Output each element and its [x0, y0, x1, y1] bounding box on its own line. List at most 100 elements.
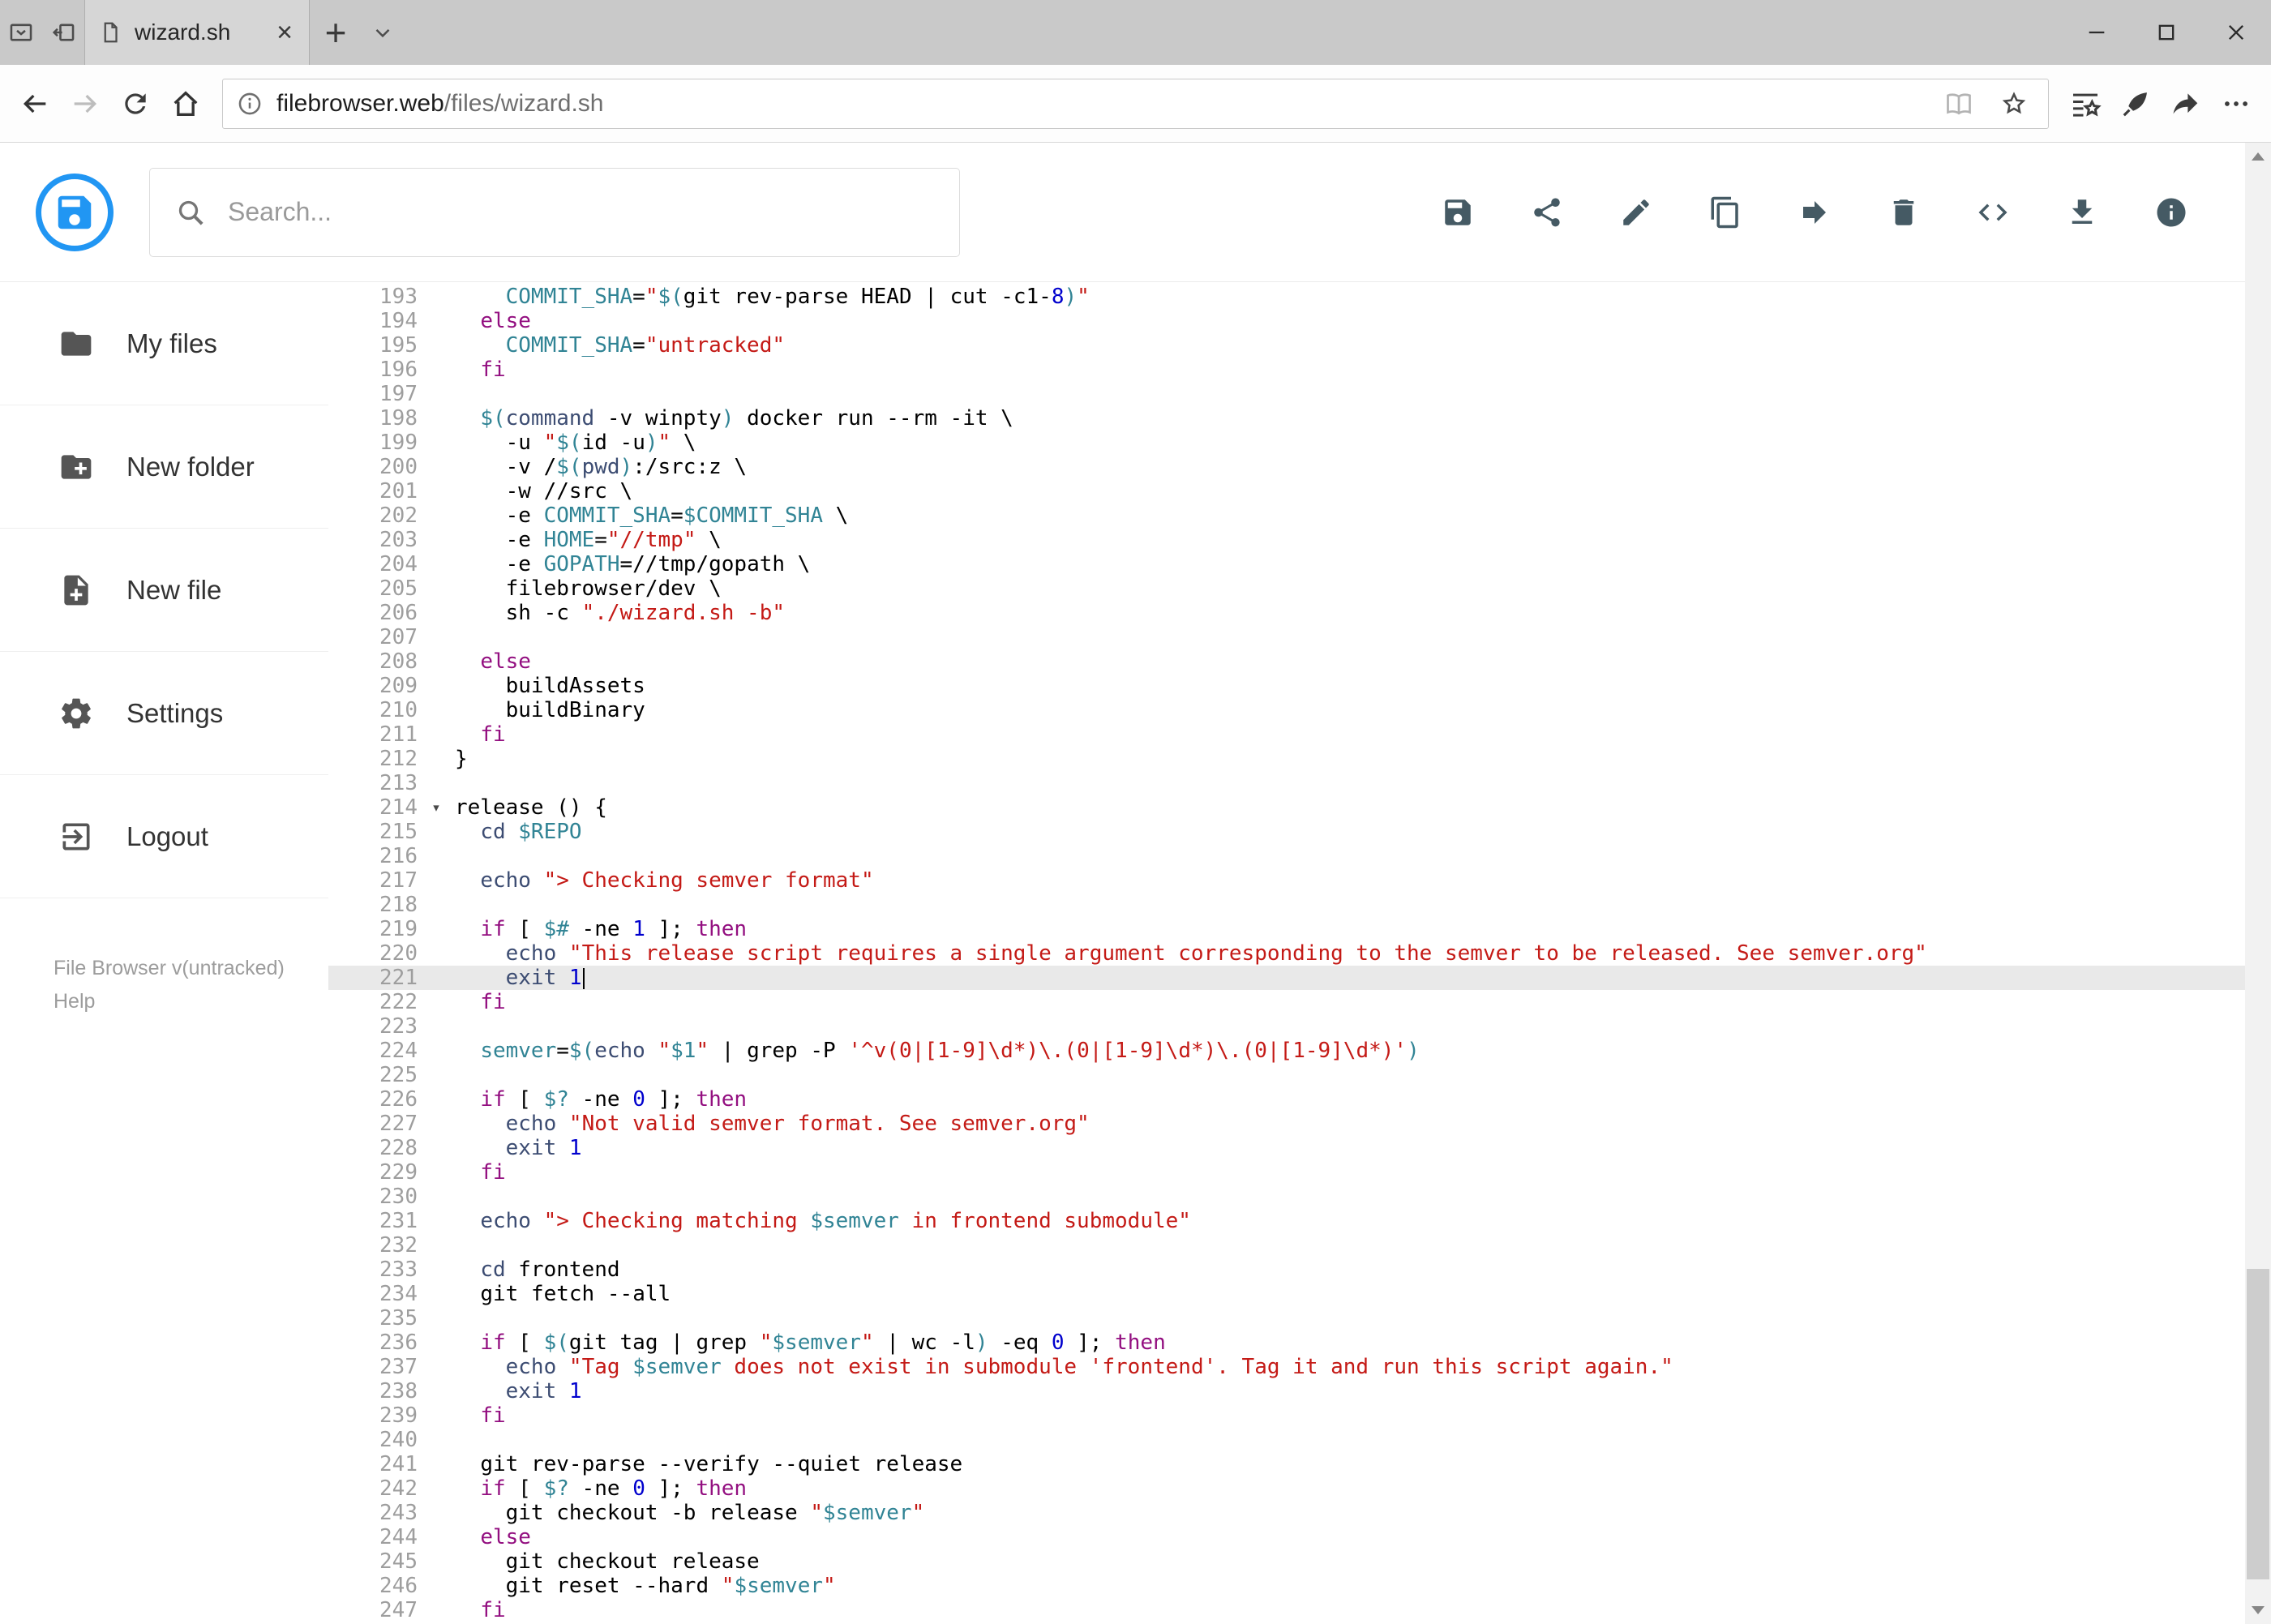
code-line[interactable]: 223 — [328, 1014, 2271, 1039]
sidebar-item-settings[interactable]: Settings — [0, 652, 328, 775]
download-button[interactable] — [2063, 194, 2101, 231]
code-line[interactable]: 244 else — [328, 1525, 2271, 1549]
code-line[interactable]: 232 — [328, 1233, 2271, 1258]
help-link[interactable]: Help — [54, 990, 95, 1013]
code-line[interactable]: 236 if [ $(git tag | grep "$semver" | wc… — [328, 1330, 2271, 1355]
code-line[interactable]: 229 fi — [328, 1160, 2271, 1185]
code-line[interactable]: 210 buildBinary — [328, 698, 2271, 722]
refresh-button[interactable] — [110, 74, 161, 134]
code-line[interactable]: 201 -w //src \ — [328, 479, 2271, 503]
tab-menu-button[interactable] — [362, 0, 404, 65]
code-line[interactable]: 206 sh -c "./wizard.sh -b" — [328, 601, 2271, 625]
scroll-up-button[interactable] — [2245, 143, 2271, 170]
code-line[interactable]: 212} — [328, 747, 2271, 771]
home-button[interactable] — [161, 74, 211, 134]
code-line[interactable]: 209 buildAssets — [328, 674, 2271, 698]
move-button[interactable] — [1796, 194, 1833, 231]
code-line[interactable]: 239 fi — [328, 1403, 2271, 1428]
web-note-button[interactable] — [2110, 74, 2161, 134]
more-options-button[interactable] — [2211, 74, 2261, 134]
scroll-down-button[interactable] — [2245, 1596, 2271, 1624]
code-line[interactable]: 231 echo "> Checking matching $semver in… — [328, 1209, 2271, 1233]
code-line[interactable]: 225 — [328, 1063, 2271, 1087]
save-button[interactable] — [1439, 194, 1476, 231]
fold-marker-icon[interactable]: ▾ — [418, 795, 455, 820]
code-line[interactable]: 195 COMMIT_SHA="untracked" — [328, 333, 2271, 358]
code-line[interactable]: 196 fi — [328, 358, 2271, 382]
code-line[interactable]: 226 if [ $? -ne 0 ]; then — [328, 1087, 2271, 1112]
code-view-button[interactable] — [1974, 194, 2012, 231]
tab-close-icon[interactable]: × — [273, 19, 296, 46]
info-button[interactable] — [2153, 194, 2190, 231]
hub-button[interactable] — [2060, 74, 2110, 134]
code-line[interactable]: 218 — [328, 893, 2271, 917]
code-line[interactable]: 203 -e HOME="//tmp" \ — [328, 528, 2271, 552]
code-line[interactable]: 194 else — [328, 309, 2271, 333]
code-line[interactable]: 215 cd $REPO — [328, 820, 2271, 844]
delete-button[interactable] — [1885, 194, 1922, 231]
code-line[interactable]: 246 git reset --hard "$semver" — [328, 1574, 2271, 1598]
code-line[interactable]: 198 $(command -v winpty) docker run --rm… — [328, 406, 2271, 431]
share-page-button[interactable] — [2161, 74, 2211, 134]
code-line[interactable]: 214 ▾ release () { — [328, 795, 2271, 820]
code-line[interactable]: 193 COMMIT_SHA="$(git rev-parse HEAD | c… — [328, 285, 2271, 309]
add-favorite-button[interactable] — [1993, 89, 2035, 118]
code-line[interactable]: 224 semver=$(echo "$1" | grep -P '^v(0|[… — [328, 1039, 2271, 1063]
close-button[interactable] — [2201, 0, 2271, 65]
code-line[interactable]: 219 if [ $# -ne 1 ]; then — [328, 917, 2271, 941]
code-editor[interactable]: 193 COMMIT_SHA="$(git rev-parse HEAD | c… — [328, 282, 2271, 1624]
sidebar-item-new-file[interactable]: New file — [0, 529, 328, 652]
sidebar-item-logout[interactable]: Logout — [0, 775, 328, 898]
code-line[interactable]: 221 exit 1 — [328, 966, 2271, 990]
site-info-icon[interactable] — [236, 90, 264, 118]
code-line[interactable]: 227 echo "Not valid semver format. See s… — [328, 1112, 2271, 1136]
code-line[interactable]: 237 echo "Tag $semver does not exist in … — [328, 1355, 2271, 1379]
code-line[interactable]: 222 fi — [328, 990, 2271, 1014]
search-input[interactable] — [228, 197, 935, 227]
browser-tab[interactable]: wizard.sh × — [84, 0, 310, 65]
code-line[interactable]: 204 -e GOPATH=//tmp/gopath \ — [328, 552, 2271, 576]
code-line[interactable]: 240 — [328, 1428, 2271, 1452]
code-line[interactable]: 233 cd frontend — [328, 1258, 2271, 1282]
edit-button[interactable] — [1618, 194, 1655, 231]
code-line[interactable]: 247 fi — [328, 1598, 2271, 1622]
code-line[interactable]: 242 if [ $? -ne 0 ]; then — [328, 1476, 2271, 1501]
tab-previews-button[interactable] — [0, 0, 42, 65]
back-button[interactable] — [10, 74, 60, 134]
set-tabs-aside-button[interactable] — [42, 0, 84, 65]
code-line[interactable]: 211 fi — [328, 722, 2271, 747]
code-line[interactable]: 234 git fetch --all — [328, 1282, 2271, 1306]
page-scrollbar[interactable] — [2245, 143, 2271, 1624]
gutter-spacer — [418, 382, 455, 406]
code-line[interactable]: 213 — [328, 771, 2271, 795]
code-line[interactable]: 199 -u "$(id -u)" \ — [328, 431, 2271, 455]
sidebar-item-new-folder[interactable]: New folder — [0, 405, 328, 529]
code-line[interactable]: 241 git rev-parse --verify --quiet relea… — [328, 1452, 2271, 1476]
code-line[interactable]: 228 exit 1 — [328, 1136, 2271, 1160]
code-line[interactable]: 208 else — [328, 649, 2271, 674]
code-line[interactable]: 202 -e COMMIT_SHA=$COMMIT_SHA \ — [328, 503, 2271, 528]
forward-button[interactable] — [60, 74, 110, 134]
sidebar-item-my-files[interactable]: My files — [0, 282, 328, 405]
address-bar[interactable]: filebrowser.web/files/wizard.sh — [222, 78, 2049, 129]
code-line[interactable]: 207 — [328, 625, 2271, 649]
new-tab-button[interactable]: + — [310, 0, 362, 65]
code-line[interactable]: 205 filebrowser/dev \ — [328, 576, 2271, 601]
code-line[interactable]: 220 echo "This release script requires a… — [328, 941, 2271, 966]
maximize-button[interactable] — [2132, 0, 2201, 65]
reader-view-button[interactable] — [1938, 89, 1980, 118]
code-line[interactable]: 243 git checkout -b release "$semver" — [328, 1501, 2271, 1525]
share-button[interactable] — [1528, 194, 1566, 231]
minimize-button[interactable] — [2062, 0, 2132, 65]
code-line[interactable]: 235 — [328, 1306, 2271, 1330]
scrollbar-thumb[interactable] — [2247, 1268, 2269, 1580]
copy-button[interactable] — [1707, 194, 1744, 231]
code-line[interactable]: 238 exit 1 — [328, 1379, 2271, 1403]
code-line[interactable]: 200 -v /$(pwd):/src:z \ — [328, 455, 2271, 479]
code-line[interactable]: 245 git checkout release — [328, 1549, 2271, 1574]
code-line[interactable]: 216 — [328, 844, 2271, 868]
code-line[interactable]: 197 — [328, 382, 2271, 406]
code-line[interactable]: 230 — [328, 1185, 2271, 1209]
code-line[interactable]: 217 echo "> Checking semver format" — [328, 868, 2271, 893]
search-box[interactable] — [149, 167, 960, 257]
